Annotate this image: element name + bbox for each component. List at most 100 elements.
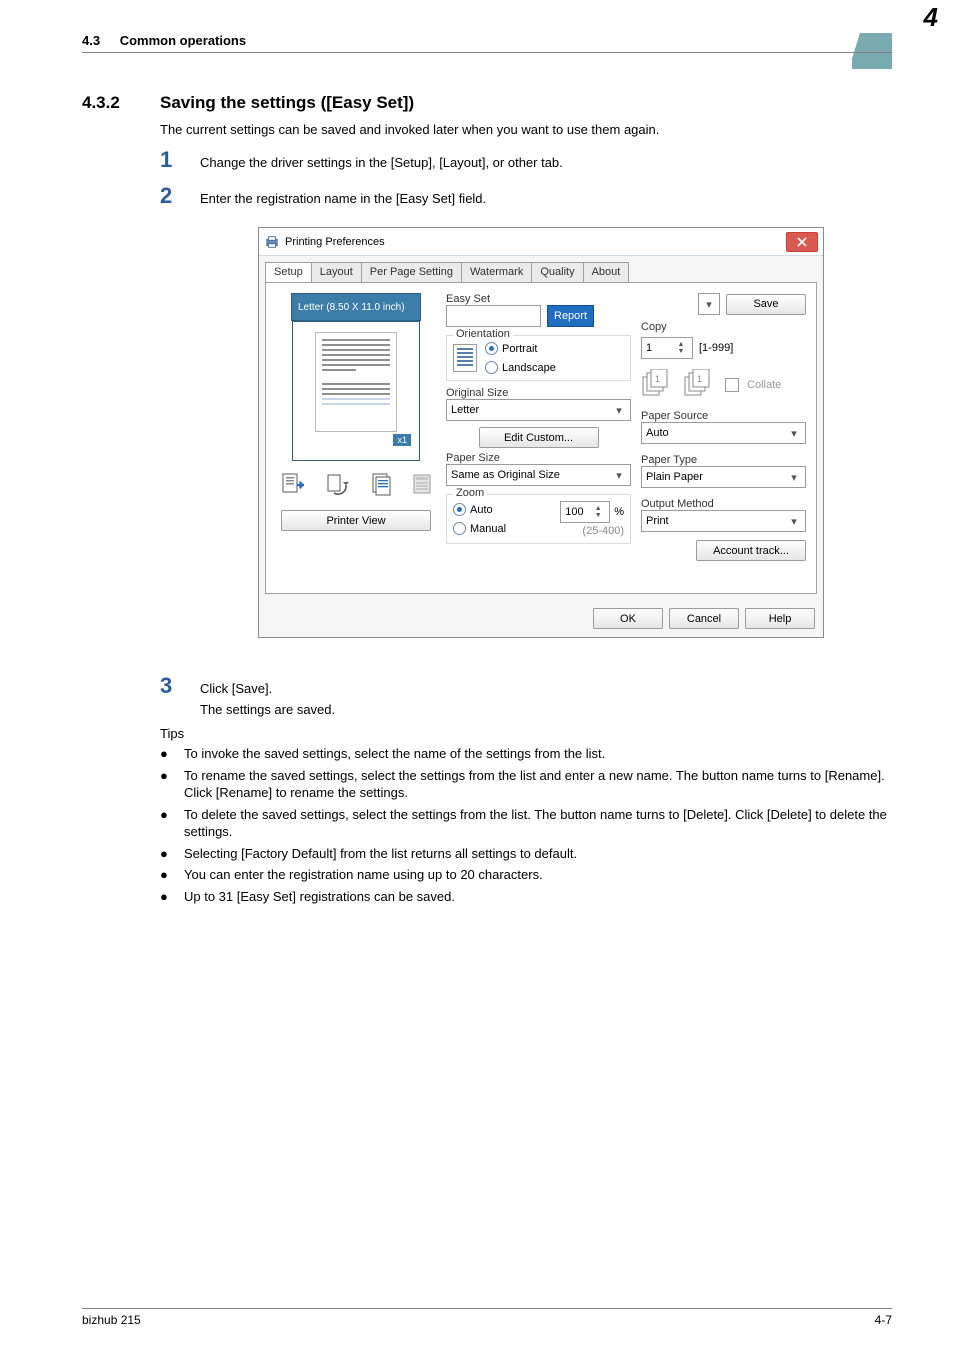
account-track-button[interactable]: Account track...	[696, 540, 806, 561]
collate-off-icon: 1	[683, 369, 717, 400]
landscape-radio[interactable]: Landscape	[485, 361, 556, 374]
dialog-titlebar[interactable]: Printing Preferences	[259, 228, 823, 256]
collate-label: Collate	[747, 379, 781, 391]
dialog-button-bar: OK Cancel Help	[259, 600, 823, 637]
chevron-down-icon: ▾	[702, 296, 716, 312]
tab-watermark[interactable]: Watermark	[461, 262, 532, 282]
footer-product: bizhub 215	[82, 1313, 141, 1327]
bullet-icon: ●	[160, 806, 184, 841]
zoom-spinner[interactable]: 100 ▲▼	[560, 501, 610, 523]
tip-item: ●To delete the saved settings, select th…	[160, 806, 892, 841]
copy-value: 1	[646, 342, 652, 354]
orientation-label: Orientation	[453, 328, 513, 340]
bullet-icon: ●	[160, 767, 184, 802]
bullet-icon: ●	[160, 745, 184, 763]
paper-source-combo[interactable]: Auto ▾	[641, 422, 806, 444]
zoom-label: Zoom	[453, 487, 487, 499]
rotate-icon[interactable]	[324, 471, 350, 500]
svg-text:1: 1	[697, 374, 702, 384]
report-button[interactable]: Report	[547, 305, 594, 327]
save-presets-dropdown[interactable]: ▾	[698, 293, 720, 315]
copy-label: Copy	[641, 321, 806, 333]
footer-pagenum: 4-7	[875, 1313, 892, 1327]
paper-source-value: Auto	[646, 427, 669, 439]
chevron-down-icon: ▾	[612, 402, 626, 418]
save-button[interactable]: Save	[726, 294, 806, 315]
dialog-screenshot: Printing Preferences Setup Layout Per Pa…	[258, 227, 822, 638]
paper-type-label: Paper Type	[641, 454, 806, 466]
tab-panel: Letter (8.50 X 11.0 inch) x1	[265, 282, 817, 594]
page-thumbnail	[315, 332, 397, 432]
printer-device-icon[interactable]	[412, 471, 432, 500]
tab-setup[interactable]: Setup	[265, 262, 312, 282]
help-button[interactable]: Help	[745, 608, 815, 629]
step-text-1: Change the driver settings in the [Setup…	[200, 155, 892, 170]
tips-list: ●To invoke the saved settings, select th…	[160, 745, 892, 909]
addpage-icon[interactable]	[280, 471, 306, 500]
bullet-icon: ●	[160, 866, 184, 884]
paper-size-banner: Letter (8.50 X 11.0 inch)	[291, 293, 421, 321]
running-header: 4.3 Common operations	[82, 33, 246, 48]
output-method-combo[interactable]: Print ▾	[641, 510, 806, 532]
paper-size-combo[interactable]: Same as Original Size ▾	[446, 464, 631, 486]
zoom-unit: %	[614, 506, 624, 518]
chevron-down-icon: ▾	[787, 469, 801, 485]
chapter-marker	[852, 33, 892, 69]
close-icon[interactable]	[786, 232, 818, 252]
tab-bar: Setup Layout Per Page Setting Watermark …	[259, 256, 823, 282]
tab-about[interactable]: About	[583, 262, 630, 282]
paper-size-value: Same as Original Size	[451, 469, 560, 481]
easy-set-combo[interactable]	[446, 305, 541, 327]
edit-custom-button[interactable]: Edit Custom...	[479, 427, 599, 448]
printer-icon	[265, 235, 279, 249]
tip-item: ●To rename the saved settings, select th…	[160, 767, 892, 802]
spinner-arrows-icon: ▲▼	[674, 340, 688, 356]
spinner-arrows-icon: ▲▼	[591, 504, 605, 520]
step-text-3: Click [Save].	[200, 681, 892, 696]
section-number: 4.3.2	[82, 93, 120, 113]
output-method-value: Print	[646, 515, 669, 527]
collate-on-icon: 1	[641, 369, 675, 400]
scale-badge: x1	[393, 434, 411, 446]
pages-icon[interactable]	[368, 471, 394, 500]
ok-button[interactable]: OK	[593, 608, 663, 629]
portrait-radio[interactable]: Portrait	[485, 342, 556, 355]
orientation-preview-icon	[453, 344, 477, 372]
paper-source-label: Paper Source	[641, 410, 806, 422]
paper-size-label: Paper Size	[446, 452, 631, 464]
copy-spinner[interactable]: 1 ▲▼	[641, 337, 693, 359]
step-subtext-3: The settings are saved.	[200, 702, 892, 717]
tab-layout[interactable]: Layout	[311, 262, 362, 282]
step-number-1: 1	[160, 147, 190, 173]
footer-rule	[82, 1308, 892, 1309]
tips-label: Tips	[160, 726, 184, 741]
header-section-ref: 4.3	[82, 33, 100, 48]
tab-quality[interactable]: Quality	[531, 262, 583, 282]
header-section-name: Common operations	[120, 33, 246, 48]
bullet-icon: ●	[160, 845, 184, 863]
preview-icon-row	[280, 471, 432, 500]
step-text-2: Enter the registration name in the [Easy…	[200, 191, 892, 206]
paper-type-value: Plain Paper	[646, 471, 703, 483]
chevron-down-icon: ▾	[787, 425, 801, 441]
original-size-value: Letter	[451, 404, 479, 416]
collate-checkbox[interactable]	[725, 378, 739, 392]
tip-item: ●Up to 31 [Easy Set] registrations can b…	[160, 888, 892, 906]
paper-type-combo[interactable]: Plain Paper ▾	[641, 466, 806, 488]
cancel-button[interactable]: Cancel	[669, 608, 739, 629]
tip-item: ●You can enter the registration name usi…	[160, 866, 892, 884]
original-size-combo[interactable]: Letter ▾	[446, 399, 631, 421]
zoom-manual-radio[interactable]: Manual	[453, 522, 506, 535]
page-preview: x1	[292, 321, 420, 461]
zoom-auto-radio[interactable]: Auto	[453, 503, 506, 516]
printer-view-button[interactable]: Printer View	[281, 510, 431, 531]
easy-set-label: Easy Set	[446, 293, 490, 305]
tab-per-page-setting[interactable]: Per Page Setting	[361, 262, 462, 282]
svg-text:1: 1	[655, 374, 660, 384]
section-title: Saving the settings ([Easy Set])	[160, 93, 414, 113]
original-size-label: Original Size	[446, 387, 631, 399]
chapter-number: 4	[924, 2, 938, 33]
chevron-down-icon: ▾	[787, 513, 801, 529]
output-method-label: Output Method	[641, 498, 806, 510]
section-intro: The current settings can be saved and in…	[160, 122, 659, 137]
